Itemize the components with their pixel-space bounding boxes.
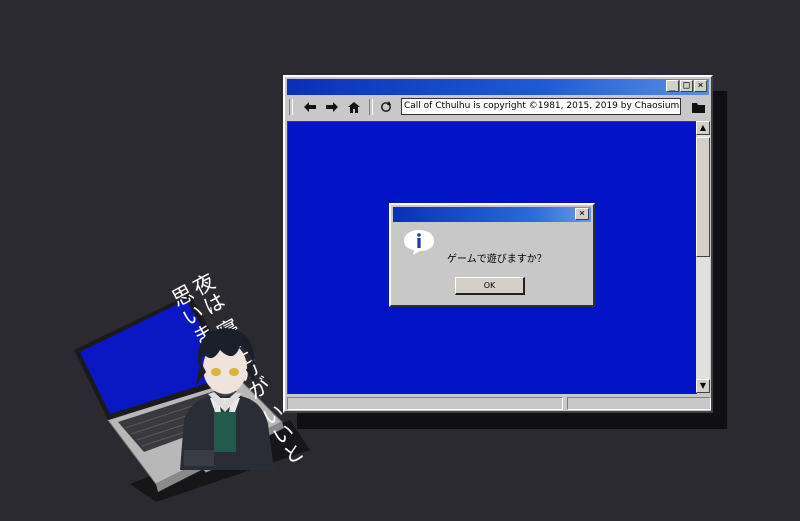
back-arrow-icon[interactable] (301, 98, 319, 116)
window-titlebar[interactable]: _ □ × (287, 79, 709, 95)
maximize-icon[interactable]: □ (680, 80, 693, 92)
scroll-up-icon[interactable]: ▲ (696, 121, 710, 135)
status-pane-main (287, 397, 563, 410)
folder-icon[interactable] (689, 98, 707, 116)
refresh-icon[interactable] (377, 98, 395, 116)
dialog-close-icon[interactable]: × (575, 208, 589, 220)
home-icon[interactable] (345, 98, 363, 116)
close-icon[interactable]: × (694, 80, 707, 92)
laptop-illustration: 夜は 寝た方が いいと 思います (60, 269, 320, 510)
dialog-titlebar[interactable]: × (393, 207, 591, 222)
character-illustration (180, 328, 274, 470)
info-icon (404, 230, 434, 255)
scroll-thumb[interactable] (696, 137, 710, 257)
address-bar[interactable]: Call of Cthulhu is copyright ©1981, 2015… (401, 98, 681, 115)
status-pane-secondary (567, 397, 711, 410)
status-bar (287, 397, 711, 411)
toolbar-grip (289, 99, 293, 115)
scroll-down-icon[interactable]: ▼ (696, 379, 710, 393)
dialog-message: ゲームで遊びますか？ (447, 254, 547, 265)
toolbar-separator (369, 99, 373, 115)
ok-button[interactable]: OK (455, 277, 525, 295)
forward-arrow-icon[interactable] (323, 98, 341, 116)
vertical-scrollbar[interactable]: ▲ ▼ (696, 121, 710, 393)
info-dialog: × ゲームで遊びますか？ OK (389, 203, 595, 307)
minimize-icon[interactable]: _ (666, 80, 679, 92)
browser-toolbar: Call of Cthulhu is copyright ©1981, 2015… (287, 97, 709, 117)
